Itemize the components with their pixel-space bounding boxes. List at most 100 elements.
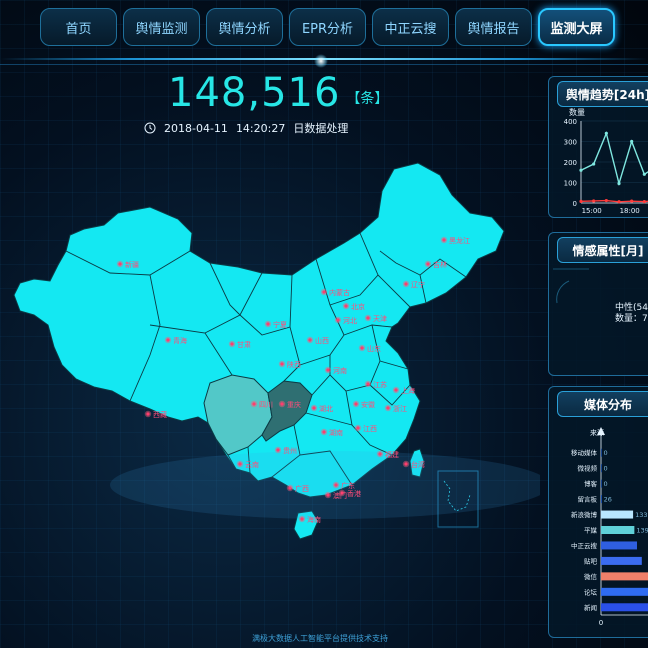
meta-time: 14:20:27 (235, 121, 286, 135)
province-label: 江西 (363, 425, 377, 433)
province-label: 四川 (259, 401, 273, 409)
media-bar (601, 587, 648, 596)
tab-report[interactable]: 舆情报告 (455, 8, 532, 46)
marker-dot (378, 452, 382, 456)
province-label: 山西 (315, 336, 329, 345)
marker-dot (326, 493, 330, 497)
top-nav: 首页 舆情监测 舆情分析 EPR分析 中正云搜 舆情报告 监测大屏 (40, 8, 615, 48)
province-label: 天津 (373, 315, 387, 323)
media-bar (601, 526, 635, 534)
media-bar-label: 26 (604, 496, 612, 504)
province-label: 西藏 (153, 410, 167, 419)
tab-monitor[interactable]: 舆情监测 (123, 8, 200, 46)
trend-xtick: 18:00 (620, 207, 640, 215)
trend-point (592, 199, 596, 203)
province-label: 吉林 (433, 260, 447, 269)
marker-dot (166, 338, 170, 342)
province-label: 山东 (367, 344, 381, 353)
media-panel: 媒体分布 来源移动媒体0微视频0博客0留言板26新浪微博1337平媒1390中正… (548, 386, 648, 638)
media-bar (601, 479, 602, 488)
media-bar (601, 541, 637, 550)
media-bar (601, 556, 642, 565)
trend-ylabel: 数量 (569, 107, 585, 117)
counter-unit: 【条】 (346, 91, 389, 107)
divider-glow (314, 54, 328, 68)
trend-ytick: 300 (564, 139, 577, 147)
marker-dot (280, 402, 284, 406)
province-label: 安徽 (361, 400, 375, 409)
media-category-label: 贴吧 (584, 556, 598, 565)
province-label: 河南 (333, 366, 347, 375)
marker-dot (312, 406, 316, 410)
province-label: 宁夏 (273, 320, 287, 329)
marker-dot (404, 282, 408, 286)
marker-dot (280, 362, 284, 366)
marker-dot (300, 517, 304, 521)
province-label: 江苏 (373, 380, 387, 389)
province-label: 浙江 (393, 404, 407, 413)
media-category-label: 新闻 (584, 603, 597, 612)
media-bar-label: 1390 (636, 527, 648, 535)
marker-dot (344, 304, 348, 308)
trend-point (617, 181, 621, 186)
media-bar (601, 603, 648, 612)
sentiment-pie-fragment (553, 268, 589, 304)
province-label: 黑龙江 (449, 236, 470, 245)
media-bar (601, 448, 602, 457)
marker-dot (266, 322, 270, 326)
province-label: 北京 (351, 302, 365, 311)
media-bar-label: 1337 (635, 511, 648, 519)
trend-chart: 数量400300200100015:0018:002 (564, 107, 648, 215)
province-label: 辽宁 (411, 280, 425, 289)
marker-dot (238, 462, 242, 466)
province-label: 海南 (307, 515, 321, 524)
tab-home[interactable]: 首页 (40, 8, 117, 46)
marker-dot (426, 262, 430, 266)
media-category-label: 微信 (584, 572, 598, 581)
trend-panel: 舆情趋势[24h] 数量400300200100015:0018:002 (548, 76, 648, 218)
media-bar-label: 0 (604, 465, 608, 473)
tab-epr[interactable]: EPR分析 (289, 8, 366, 46)
marker-dot (288, 486, 292, 490)
province-label: 陕西 (287, 360, 301, 369)
footer-credit: 满极大数据人工智能平台提供技术支持 (252, 634, 388, 643)
media-category-label: 留言板 (578, 495, 598, 504)
media-category-label: 中正云搜 (571, 541, 598, 550)
media-category-label: 博客 (584, 479, 598, 488)
media-category-label: 论坛 (584, 587, 598, 596)
marker-dot (360, 346, 364, 350)
trend-xtick: 15:00 (582, 207, 602, 215)
trend-series-line (580, 199, 648, 203)
province-label: 湖南 (329, 428, 343, 437)
media-chart: 来源移动媒体0微视频0博客0留言板26新浪微博1337平媒1390中正云搜贴吧微… (571, 427, 648, 627)
media-bar-label: 0 (604, 449, 608, 457)
trend-point (604, 131, 608, 135)
province-label: 广东 (341, 481, 355, 490)
province-label: 香港 (347, 489, 361, 498)
tab-search[interactable]: 中正云搜 (372, 8, 449, 46)
marker-dot (366, 316, 370, 320)
tab-analysis[interactable]: 舆情分析 (206, 8, 283, 46)
media-bar-label: 0 (604, 480, 608, 488)
province-label: 云南 (245, 460, 259, 469)
trend-point (630, 139, 634, 144)
marker-dot (404, 462, 408, 466)
media-bar (601, 464, 602, 473)
trend-point (642, 199, 646, 204)
marker-dot (252, 402, 256, 406)
province-marker[interactable]: 西藏 (144, 410, 167, 419)
media-category-label: 新浪微博 (571, 510, 598, 519)
province-label: 甘肃 (237, 340, 251, 349)
trend-ytick: 400 (564, 118, 577, 126)
media-panel-title: 媒体分布 (557, 391, 648, 417)
trend-ytick: 100 (564, 180, 577, 188)
marker-dot (230, 342, 234, 346)
tab-dashboard[interactable]: 监测大屏 (538, 8, 615, 46)
sentiment-panel-title: 情感属性[月] (557, 237, 648, 263)
marker-dot (276, 448, 280, 452)
media-bar (601, 510, 634, 519)
trend-series-line (580, 131, 648, 187)
province-label: 福建 (385, 450, 399, 459)
marker-dot (394, 388, 398, 392)
province-label: 广西 (295, 484, 309, 493)
